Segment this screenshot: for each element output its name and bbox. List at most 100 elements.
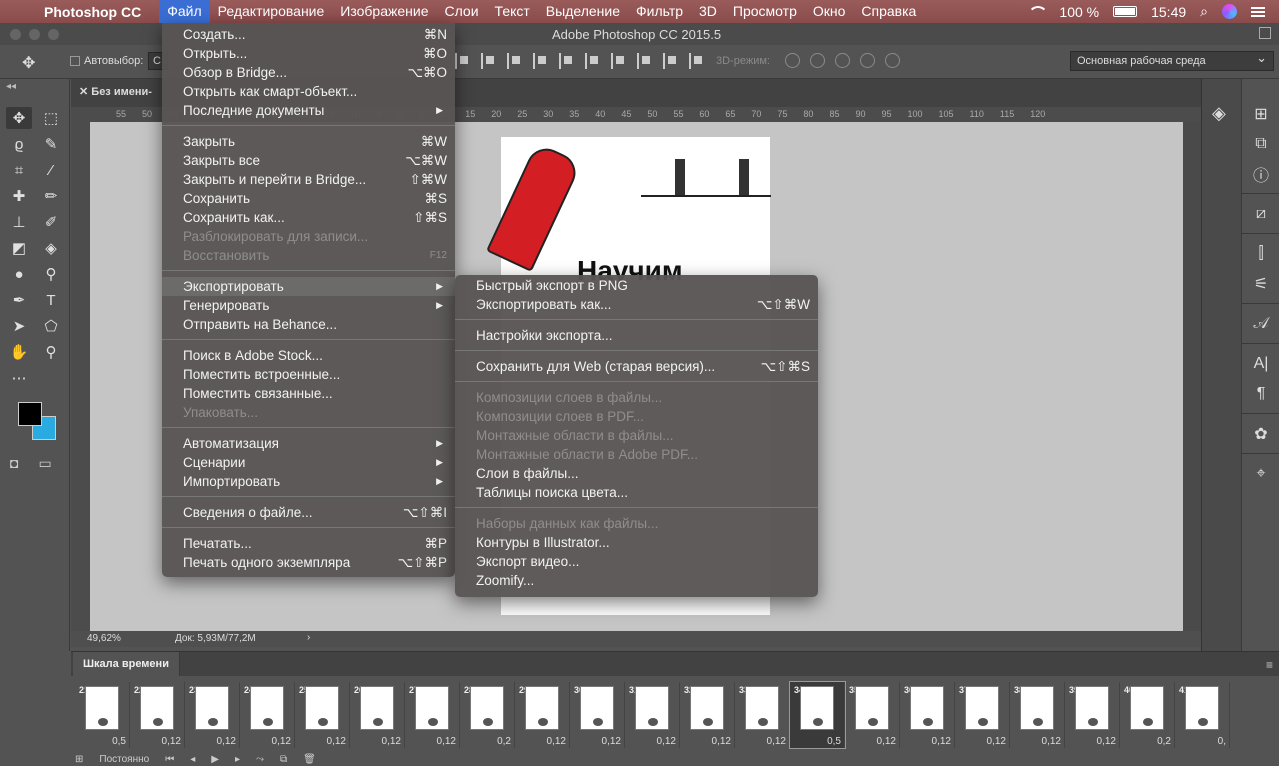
app-name[interactable]: Photoshop CC bbox=[44, 4, 141, 20]
move-tool-icon[interactable]: ✥ bbox=[6, 107, 32, 129]
libraries-icon[interactable]: ⊞ bbox=[1242, 99, 1279, 129]
adjustments-icon[interactable]: ⧉ bbox=[1242, 129, 1279, 159]
align-left-icon[interactable] bbox=[455, 53, 471, 69]
type-tool-icon[interactable]: T bbox=[38, 289, 64, 311]
frame-delay[interactable]: 0,12 bbox=[1097, 736, 1116, 747]
frame-delay[interactable]: 0,12 bbox=[877, 736, 896, 747]
menu-item-export-preferences[interactable]: Настройки экспорта... bbox=[455, 326, 818, 345]
menu-item-close[interactable]: Закрыть ⌘W bbox=[162, 132, 455, 151]
menu-item-place-embedded[interactable]: Поместить встроенные... bbox=[162, 365, 455, 384]
timeline-frame[interactable]: 27 0,12 bbox=[405, 682, 460, 748]
healing-brush-tool-icon[interactable]: ✚ bbox=[6, 185, 32, 207]
timeline-frame[interactable]: 38 0,12 bbox=[1010, 682, 1065, 748]
eyedropper-tool-icon[interactable]: ⁄ bbox=[38, 159, 64, 181]
align-center-icon[interactable] bbox=[481, 53, 497, 69]
menu-item-print-one-copy[interactable]: Печать одного экземпляра ⌥⇧⌘P bbox=[162, 553, 455, 572]
fullscreen-icon[interactable] bbox=[1259, 27, 1271, 39]
info-icon[interactable]: ⓘ bbox=[1242, 159, 1279, 189]
timeline-frame[interactable]: 31 0,12 bbox=[625, 682, 680, 748]
panel-menu-icon[interactable]: ≡ bbox=[1266, 658, 1273, 672]
brush-settings-icon[interactable]: ⫿ bbox=[1242, 239, 1279, 269]
timeline-frame[interactable]: 21 0,5 bbox=[75, 682, 130, 748]
timeline-frame[interactable]: 25 0,12 bbox=[295, 682, 350, 748]
menu-item-open-smart-object[interactable]: Открыть как смарт-объект... bbox=[162, 82, 455, 101]
vertical-scrollbar[interactable] bbox=[1183, 122, 1201, 631]
menu-item-save-for-web[interactable]: Сохранить для Web (старая версия)... ⌥⇧⌘S bbox=[455, 357, 818, 376]
frame-delay[interactable]: 0,2 bbox=[1157, 736, 1171, 747]
menu-item-import[interactable]: Импортировать ▶ bbox=[162, 472, 455, 491]
menu-item-export-as[interactable]: Экспортировать как... ⌥⇧⌘W bbox=[455, 295, 818, 314]
quick-mask-icon[interactable]: ◘ bbox=[10, 455, 18, 472]
frame-delay[interactable]: 0,12 bbox=[767, 736, 786, 747]
menu-item-share-behance[interactable]: Отправить на Behance... bbox=[162, 315, 455, 334]
tween-icon[interactable]: ⤳ bbox=[256, 754, 264, 765]
glyphs-icon[interactable]: 𝒜 bbox=[1242, 309, 1279, 339]
crop-tool-icon[interactable]: ⌗ bbox=[6, 159, 32, 181]
menu-3d[interactable]: 3D bbox=[691, 0, 725, 23]
channels-icon[interactable]: ✿ bbox=[1242, 419, 1279, 449]
paint-bucket-tool-icon[interactable]: ◈ bbox=[38, 237, 64, 259]
menu-item-automate[interactable]: Автоматизация ▶ bbox=[162, 434, 455, 453]
timeline-frame[interactable]: 23 0,12 bbox=[185, 682, 240, 748]
next-frame-icon[interactable]: ▸ bbox=[235, 754, 240, 765]
align-right-icon[interactable] bbox=[507, 53, 523, 69]
menu-item-export[interactable]: Экспортировать ▶ bbox=[162, 277, 455, 296]
menu-filter[interactable]: Фильтр bbox=[628, 0, 691, 23]
menu-item-scripts[interactable]: Сценарии ▶ bbox=[162, 453, 455, 472]
clone-source-icon[interactable]: ⧄ bbox=[1242, 199, 1279, 229]
frame-delay[interactable]: 0,5 bbox=[827, 736, 841, 747]
frame-delay[interactable]: 0,12 bbox=[987, 736, 1006, 747]
quick-select-tool-icon[interactable]: ✎ bbox=[38, 133, 64, 155]
3d-roll-icon[interactable] bbox=[810, 53, 825, 68]
clone-stamp-tool-icon[interactable]: ⊥ bbox=[6, 211, 32, 233]
clock[interactable]: 15:49 bbox=[1151, 4, 1186, 20]
menu-help[interactable]: Справка bbox=[853, 0, 924, 23]
first-frame-icon[interactable]: ⏮ bbox=[165, 754, 174, 765]
loop-dropdown[interactable]: Постоянно bbox=[99, 754, 149, 765]
menu-item-save[interactable]: Сохранить ⌘S bbox=[162, 189, 455, 208]
distribute-hcenter-icon[interactable] bbox=[637, 53, 653, 69]
3d-pan-icon[interactable] bbox=[835, 53, 850, 68]
menu-item-layers-to-files[interactable]: Слои в файлы... bbox=[455, 464, 818, 483]
timeline-frame[interactable]: 37 0,12 bbox=[955, 682, 1010, 748]
duplicate-frame-icon[interactable]: ⧉ bbox=[280, 754, 287, 765]
menu-item-quick-export-png[interactable]: Быстрый экспорт в PNG bbox=[455, 276, 818, 295]
menu-item-file-info[interactable]: Сведения о файле... ⌥⇧⌘I bbox=[162, 503, 455, 522]
timeline-frame[interactable]: 35 0,12 bbox=[845, 682, 900, 748]
brush-tool-icon[interactable]: ✏ bbox=[38, 185, 64, 207]
paths-icon[interactable]: ⌖ bbox=[1242, 459, 1279, 489]
frame-delay[interactable]: 0, bbox=[1218, 736, 1226, 747]
menu-image[interactable]: Изображение bbox=[332, 0, 436, 23]
battery-icon[interactable] bbox=[1113, 6, 1138, 17]
zoom-window-button[interactable] bbox=[48, 29, 59, 40]
workspace-select[interactable]: Основная рабочая среда bbox=[1070, 49, 1274, 71]
lasso-tool-icon[interactable]: ϱ bbox=[6, 133, 32, 155]
frame-delay[interactable]: 0,12 bbox=[327, 736, 346, 747]
frame-delay[interactable]: 0,12 bbox=[602, 736, 621, 747]
brush-presets-icon[interactable]: ⚟ bbox=[1242, 269, 1279, 299]
convert-timeline-icon[interactable]: ⊞ bbox=[75, 754, 83, 765]
menu-item-save-as[interactable]: Сохранить как... ⇧⌘S bbox=[162, 208, 455, 227]
path-select-tool-icon[interactable]: ➤ bbox=[6, 315, 32, 337]
dodge-tool-icon[interactable]: ⚲ bbox=[38, 263, 64, 285]
more-tools-icon[interactable]: ⋯ bbox=[6, 367, 32, 389]
auto-select-checkbox[interactable]: Автовыбор: bbox=[70, 55, 143, 67]
menu-file[interactable]: Файл bbox=[159, 0, 210, 23]
history-brush-tool-icon[interactable]: ✐ bbox=[38, 211, 64, 233]
menu-item-zoomify[interactable]: Zoomify... bbox=[455, 571, 818, 590]
menu-item-search-stock[interactable]: Поиск в Adobe Stock... bbox=[162, 346, 455, 365]
menu-item-place-linked[interactable]: Поместить связанные... bbox=[162, 384, 455, 403]
character-icon[interactable]: A| bbox=[1242, 349, 1279, 379]
minimize-window-button[interactable] bbox=[29, 29, 40, 40]
checkbox-icon[interactable] bbox=[70, 56, 80, 66]
move-tool-preset-icon[interactable]: ✥ bbox=[22, 53, 35, 73]
frame-delay[interactable]: 0,12 bbox=[217, 736, 236, 747]
blur-tool-icon[interactable]: ● bbox=[6, 263, 32, 285]
frame-delay[interactable]: 0,12 bbox=[712, 736, 731, 747]
search-icon[interactable]: ⌕ bbox=[1200, 3, 1208, 20]
distribute-left-icon[interactable] bbox=[611, 53, 627, 69]
zoom-level[interactable]: 49,62% bbox=[87, 633, 121, 644]
wifi-icon[interactable] bbox=[1027, 5, 1049, 19]
menu-window[interactable]: Окно bbox=[805, 0, 854, 23]
status-menu-arrow-icon[interactable]: › bbox=[307, 632, 310, 643]
